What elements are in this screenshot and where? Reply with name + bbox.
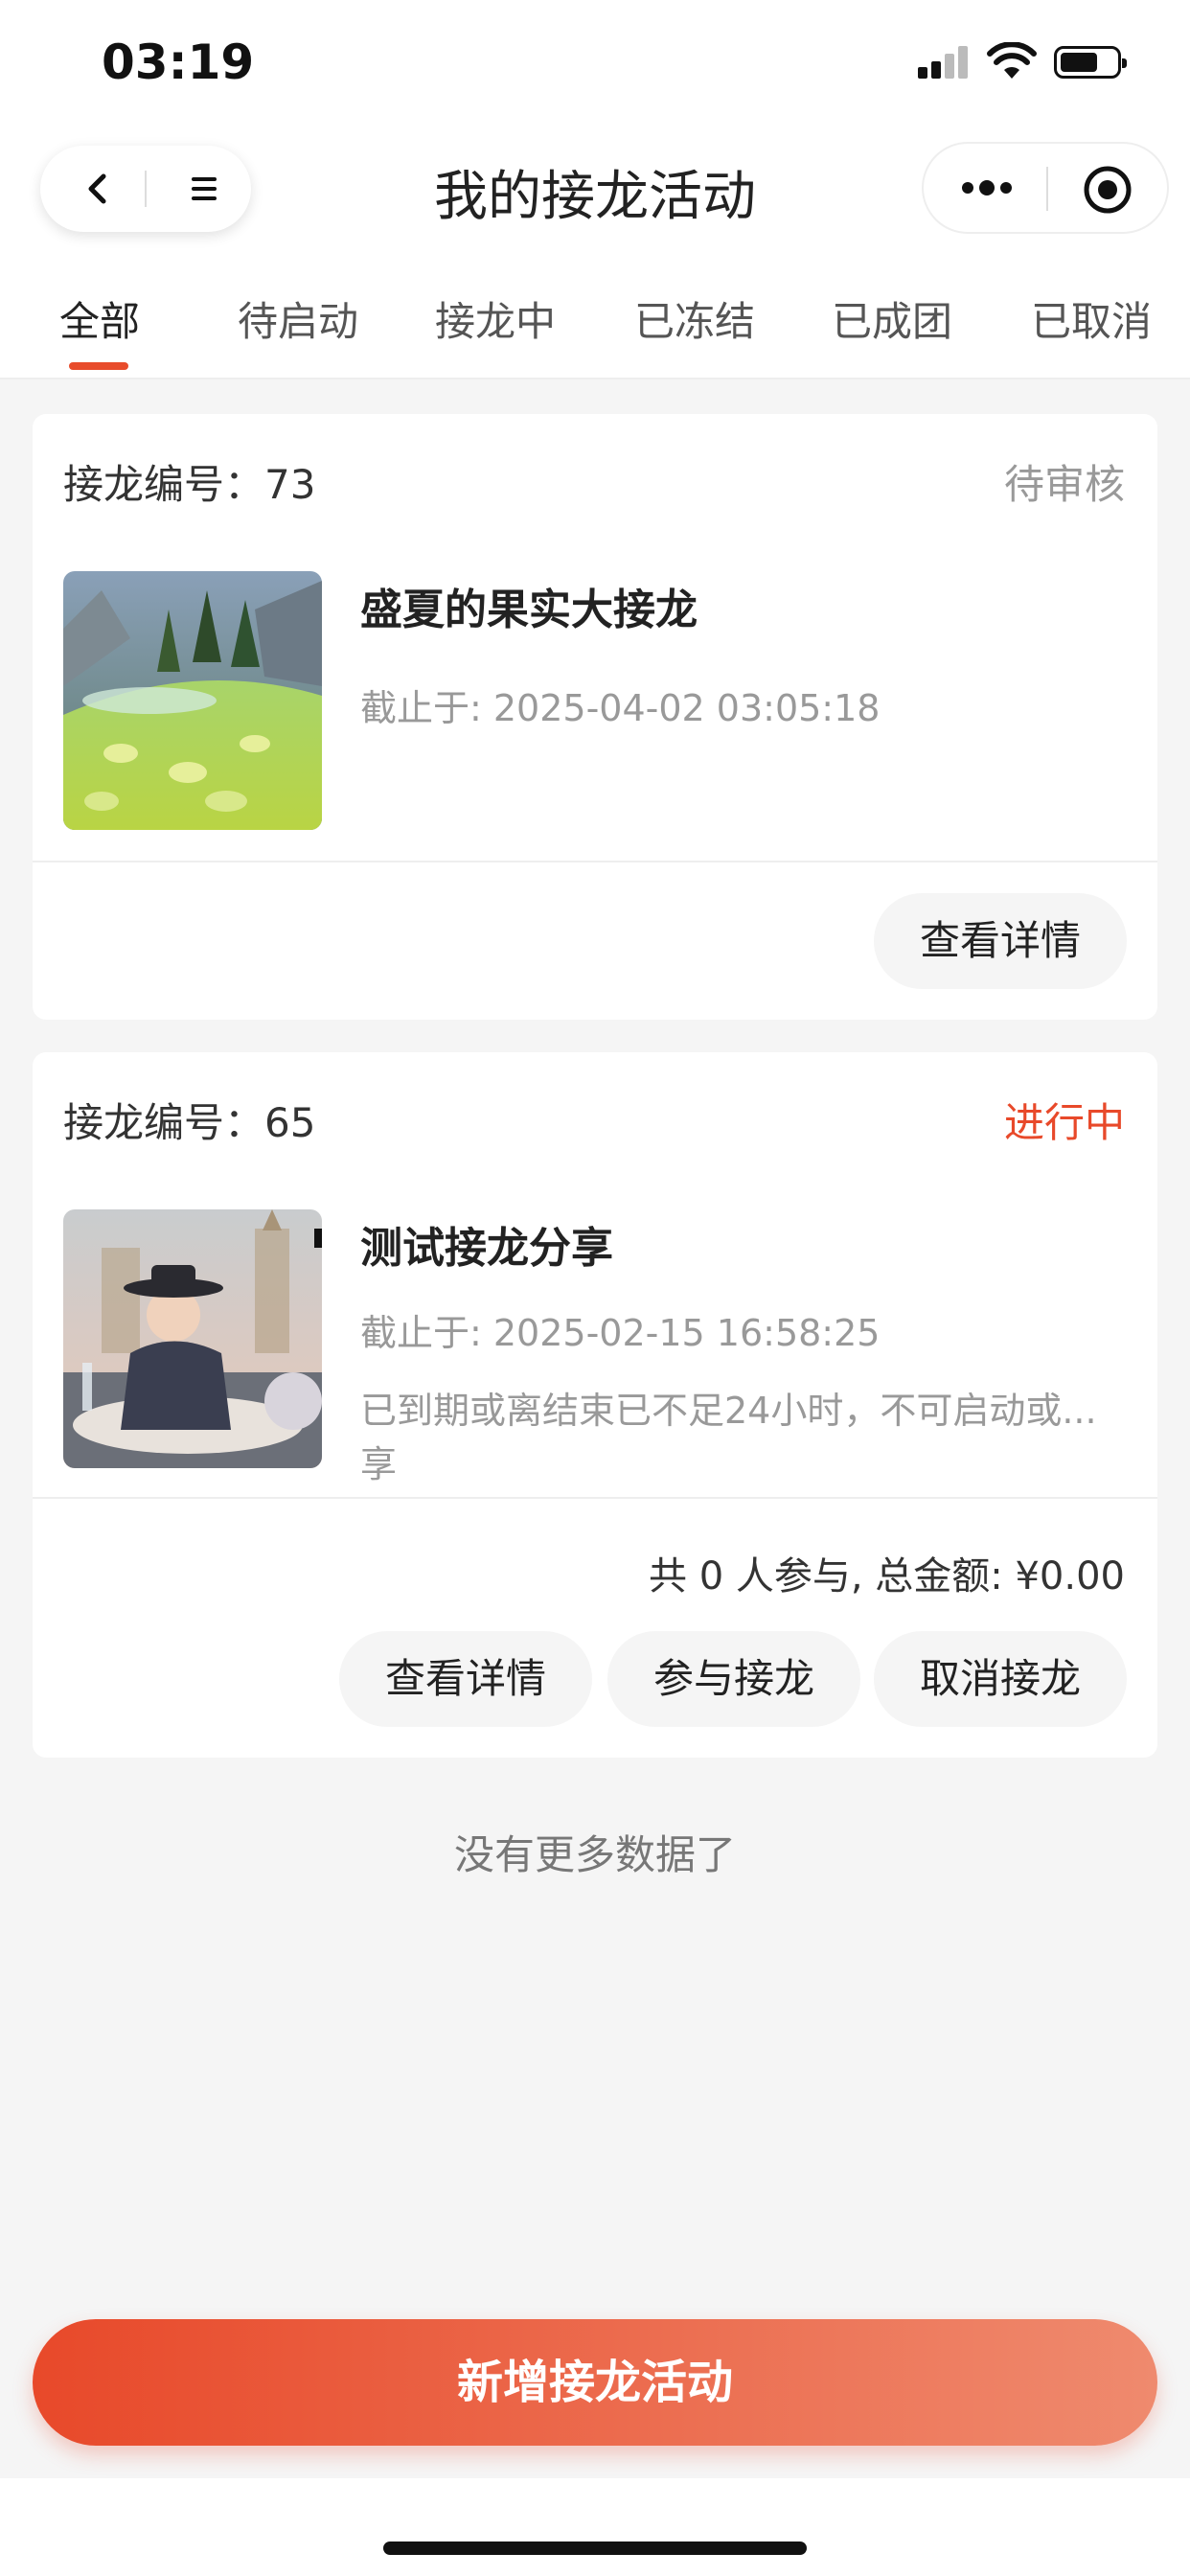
- home-indicator-area: [0, 2478, 1190, 2576]
- join-jielong-button[interactable]: 参与接龙: [607, 1631, 860, 1727]
- add-activity-button[interactable]: 新增接龙活动: [33, 2319, 1157, 2446]
- activity-thumbnail[interactable]: [63, 1209, 322, 1468]
- status-bar: 03:19: [0, 0, 1190, 125]
- status-tabs: 全部 待启动 接龙中 已冻结 已成团 已取消: [0, 259, 1190, 380]
- activity-deadline: 截止于: 2025-04-02 03:05:18: [360, 687, 881, 729]
- activity-card: 接龙编号：65 进行中 测试接龙分享 截止于: 2025-02-15 16:58…: [33, 1052, 1157, 1758]
- capsule-divider: [1046, 167, 1048, 211]
- status-time: 03:19: [102, 34, 255, 90]
- status-badge: 进行中: [1003, 1099, 1125, 1146]
- activity-title: 盛夏的果实大接龙: [360, 586, 698, 634]
- card-divider: [33, 1497, 1157, 1499]
- tab-active-indicator: [69, 362, 128, 370]
- no-more-data-text: 没有更多数据了: [453, 1831, 736, 1878]
- cancel-jielong-button[interactable]: 取消接龙: [874, 1631, 1127, 1727]
- activity-deadline: 截止于: 2025-02-15 16:58:25: [360, 1312, 881, 1354]
- activity-number: 接龙编号：73: [63, 461, 316, 508]
- tab-in-progress[interactable]: 接龙中: [435, 289, 556, 348]
- home-indicator[interactable]: [383, 2542, 807, 2555]
- tab-all[interactable]: 全部: [59, 289, 140, 348]
- cellular-signal-icon: [918, 44, 970, 79]
- battery-icon: [1054, 46, 1127, 79]
- tab-pending-start[interactable]: 待启动: [238, 289, 358, 348]
- activity-number: 接龙编号：65: [63, 1099, 316, 1146]
- more-icon[interactable]: [958, 169, 1016, 207]
- participation-summary: 共 0 人参与, 总金额: ¥0.00: [648, 1554, 1125, 1598]
- tab-grouped[interactable]: 已成团: [832, 289, 952, 348]
- tab-frozen[interactable]: 已冻结: [634, 289, 755, 348]
- status-badge: 待审核: [1003, 461, 1125, 508]
- close-miniprogram-icon[interactable]: [1081, 163, 1134, 217]
- activity-title: 测试接龙分享: [360, 1224, 613, 1273]
- wifi-icon: [987, 42, 1037, 79]
- card-divider: [33, 861, 1157, 862]
- activity-thumbnail[interactable]: [63, 571, 322, 830]
- activity-notice: 已到期或离结束已不足24小时，不可启动或...享: [360, 1390, 1097, 1485]
- view-details-button[interactable]: 查看详情: [874, 893, 1127, 989]
- nav-bar: 我的接龙活动: [0, 125, 1190, 259]
- activity-card: 接龙编号：73 待审核 盛夏的果实大接龙 截止于: 2025-04-02 03:…: [33, 414, 1157, 1020]
- view-details-button[interactable]: 查看详情: [339, 1631, 592, 1727]
- miniprogram-capsule: [922, 142, 1169, 234]
- tab-cancelled[interactable]: 已取消: [1031, 289, 1152, 348]
